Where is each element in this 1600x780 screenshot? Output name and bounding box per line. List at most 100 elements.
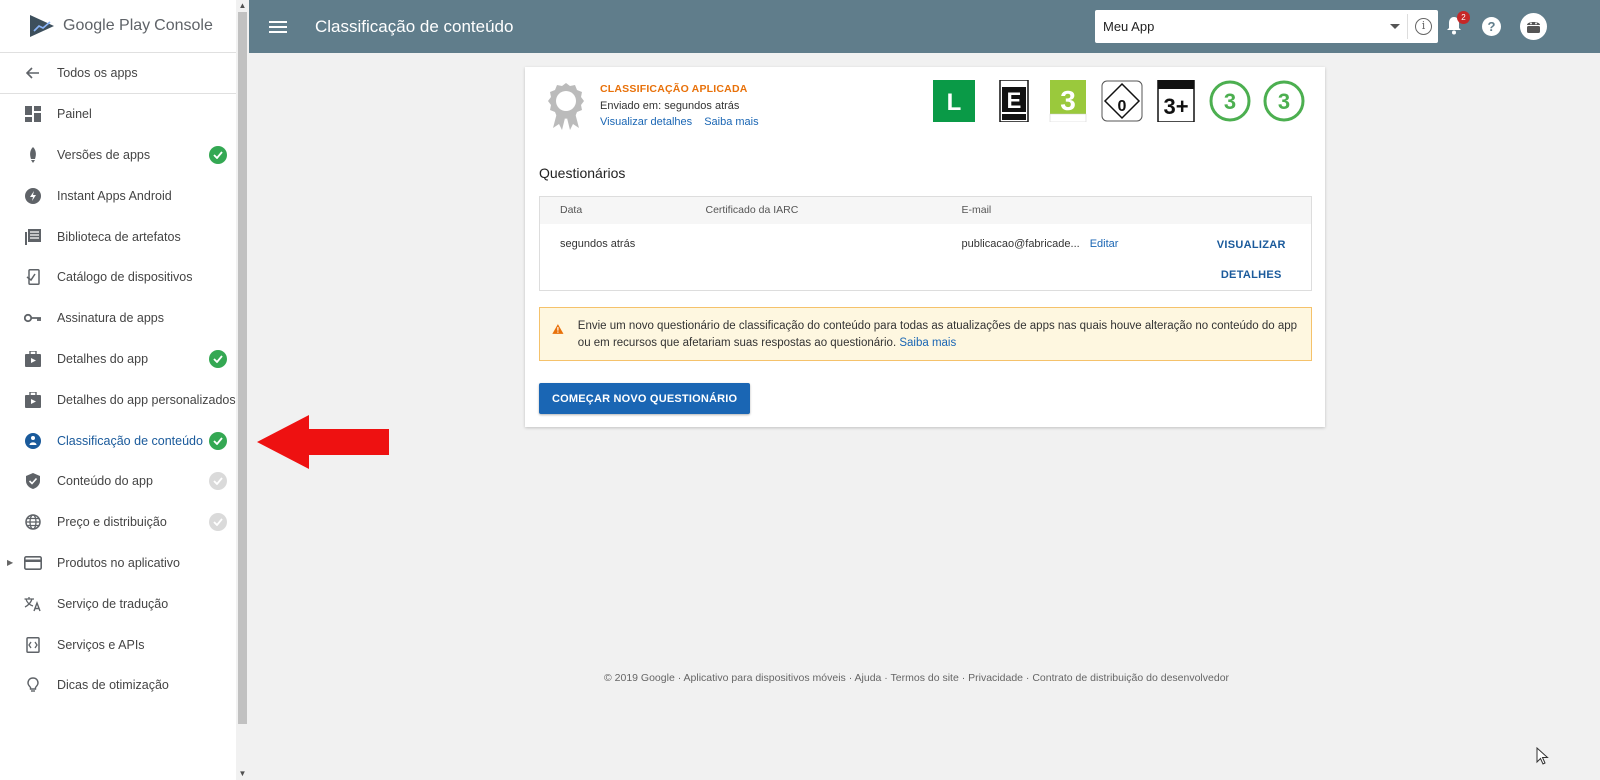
check-circle-icon bbox=[209, 349, 227, 368]
warning-text-block: Envie um novo questionário de classifica… bbox=[578, 318, 1299, 352]
warning-banner: Envie um novo questionário de classifica… bbox=[539, 307, 1312, 361]
menu-icon[interactable] bbox=[269, 20, 287, 33]
esrb-e-badge: E bbox=[999, 80, 1029, 122]
sidebar-item-preco[interactable]: Preço e distribuição bbox=[0, 502, 236, 543]
usk-0-text: 0 bbox=[1118, 98, 1127, 115]
sent-timestamp: Enviado em: segundos atrás bbox=[600, 100, 740, 112]
sidebar-item-label: Produtos no aplicativo bbox=[57, 555, 180, 570]
sidebar-item-label: Preço e distribuição bbox=[57, 515, 167, 530]
generic-3-badge: 3 bbox=[1209, 80, 1251, 122]
sidebar-item-label: Conteúdo do app bbox=[57, 474, 153, 489]
view-details-button[interactable]: VISUALIZAR DETALHES bbox=[1192, 230, 1312, 290]
usk-0-badge: 0 bbox=[1101, 80, 1143, 122]
sidebar-item-label: Serviços e APIs bbox=[57, 637, 145, 652]
rating-l-badge: L bbox=[933, 80, 975, 122]
view-button-line-2: DETALHES bbox=[1220, 268, 1282, 281]
sidebar-item-assinatura[interactable]: Assinatura de apps bbox=[0, 298, 236, 339]
sidebar-item-traducao[interactable]: Serviço de tradução bbox=[0, 583, 236, 624]
sidebar-item-catalogo[interactable]: Catálogo de dispositivos bbox=[0, 257, 236, 298]
warning-learn-more-link[interactable]: Saiba mais bbox=[899, 337, 956, 349]
back-to-all-apps[interactable]: Todos os apps bbox=[0, 53, 236, 94]
globe-icon bbox=[24, 513, 42, 531]
info-icon[interactable]: i bbox=[1415, 18, 1432, 35]
sidebar-item-label: Classificação de conteúdo bbox=[57, 433, 203, 448]
rating-l-text: L bbox=[947, 89, 962, 116]
card-icon bbox=[24, 554, 42, 572]
android-avatar-icon bbox=[1527, 22, 1540, 33]
sidebar-scrollbar[interactable]: ▲ ▼ bbox=[236, 0, 249, 780]
sidebar: Google Play Console Todos os apps Painel… bbox=[0, 0, 236, 780]
back-label: Todos os apps bbox=[57, 65, 138, 80]
sidebar-item-instant-apps[interactable]: Instant Apps Android bbox=[0, 175, 236, 216]
device-catalog-icon bbox=[24, 268, 42, 286]
learn-more-link[interactable]: Saiba mais bbox=[704, 116, 758, 128]
help-icon[interactable]: ? bbox=[1482, 17, 1501, 36]
row-email-cell: publicacao@fabricade... Editar bbox=[942, 224, 1172, 291]
avatar[interactable] bbox=[1520, 13, 1547, 40]
sidebar-item-detalhes-personalizados[interactable]: Detalhes do app personalizados bbox=[0, 379, 236, 420]
brand-google-play: Google Play bbox=[63, 17, 151, 34]
sidebar-item-conteudo[interactable]: Conteúdo do app bbox=[0, 461, 236, 502]
start-new-questionnaire-button[interactable]: COMEÇAR NOVO QUESTIONÁRIO bbox=[539, 383, 751, 414]
check-circle-icon bbox=[209, 513, 227, 532]
check-circle-icon bbox=[209, 431, 227, 450]
table-row: segundos atrás publicacao@fabricade... Ed… bbox=[540, 224, 1312, 291]
sidebar-item-biblioteca[interactable]: Biblioteca de artefatos bbox=[0, 216, 236, 257]
lightbulb-icon bbox=[24, 676, 42, 694]
app-selector[interactable]: Meu App i bbox=[1095, 10, 1438, 43]
sidebar-item-versoes[interactable]: Versões de apps bbox=[0, 135, 236, 176]
dashboard-icon bbox=[24, 105, 42, 123]
divider bbox=[1407, 14, 1408, 39]
sidebar-item-detalhes[interactable]: Detalhes do app bbox=[0, 339, 236, 380]
generic-3-text: 3 bbox=[1224, 89, 1236, 114]
column-header-date: Data bbox=[560, 204, 583, 217]
view-button-line-1: VISUALIZAR bbox=[1216, 238, 1286, 251]
expand-arrow-icon[interactable]: ▶ bbox=[7, 558, 13, 567]
rating-applied-label: CLASSIFICAÇÃO APLICADA bbox=[600, 83, 748, 95]
play-console-logo[interactable]: Google Play Console bbox=[0, 0, 236, 53]
row-email: publicacao@fabricade... bbox=[961, 237, 1080, 250]
top-bar: Classificação de conteúdo Meu App i 2 ? bbox=[249, 0, 1600, 53]
warning-icon bbox=[552, 324, 564, 334]
scrollbar-thumb[interactable] bbox=[238, 12, 247, 724]
award-icon bbox=[548, 83, 584, 130]
scroll-down-icon[interactable]: ▼ bbox=[236, 768, 249, 780]
pegi-3-text: 3 bbox=[1060, 85, 1076, 116]
sidebar-item-label: Biblioteca de artefatos bbox=[57, 229, 181, 244]
column-header-actions bbox=[1172, 197, 1312, 224]
api-icon bbox=[24, 636, 42, 654]
sidebar-item-label: Serviço de tradução bbox=[57, 596, 169, 611]
row-actions: VISUALIZAR DETALHES bbox=[1172, 224, 1312, 291]
page-title: Classificação de conteúdo bbox=[315, 16, 514, 36]
scroll-up-icon[interactable]: ▲ bbox=[236, 0, 249, 12]
sidebar-item-classificacao[interactable]: Classificação de conteúdo bbox=[0, 420, 236, 461]
sidebar-item-label: Catálogo de dispositivos bbox=[57, 270, 193, 285]
iarc-3-badge: 3+ bbox=[1157, 80, 1195, 122]
shield-icon bbox=[24, 472, 42, 490]
esrb-e-text: E bbox=[1007, 88, 1022, 113]
sidebar-item-dicas[interactable]: Dicas de otimização bbox=[0, 665, 236, 706]
row-certificate bbox=[686, 224, 942, 291]
sidebar-item-label: Dicas de otimização bbox=[57, 678, 169, 693]
row-date: segundos atrás bbox=[560, 237, 636, 250]
pegi-3-badge: 3 bbox=[1049, 80, 1087, 122]
column-header-email: E-mail bbox=[961, 204, 992, 217]
translate-icon bbox=[24, 595, 42, 613]
sidebar-item-produtos[interactable]: ▶ Produtos no aplicativo bbox=[0, 543, 236, 584]
chevron-down-icon[interactable] bbox=[1390, 24, 1400, 29]
brand-console: Console bbox=[154, 17, 213, 34]
questionnaires-heading: Questionários bbox=[539, 165, 626, 181]
sidebar-item-label: Detalhes do app bbox=[57, 351, 149, 366]
sidebar-item-servicos-apis[interactable]: Serviços e APIs bbox=[0, 624, 236, 665]
store-icon bbox=[24, 350, 42, 368]
red-arrow-annotation bbox=[257, 415, 389, 469]
questionnaires-table: Data Certificado da IARC E-mail segundos… bbox=[539, 196, 1312, 291]
sidebar-item-painel[interactable]: Painel bbox=[0, 94, 236, 135]
sidebar-item-label: Versões de apps bbox=[57, 147, 151, 162]
view-details-link[interactable]: Visualizar detalhes bbox=[600, 116, 692, 128]
library-icon bbox=[24, 228, 42, 246]
edit-link[interactable]: Editar bbox=[1090, 238, 1119, 250]
generic-3-badge-2: 3 bbox=[1263, 80, 1305, 122]
footer-links[interactable]: © 2019 Google · Aplicativo para disposit… bbox=[604, 672, 1229, 684]
store-icon bbox=[24, 391, 42, 409]
